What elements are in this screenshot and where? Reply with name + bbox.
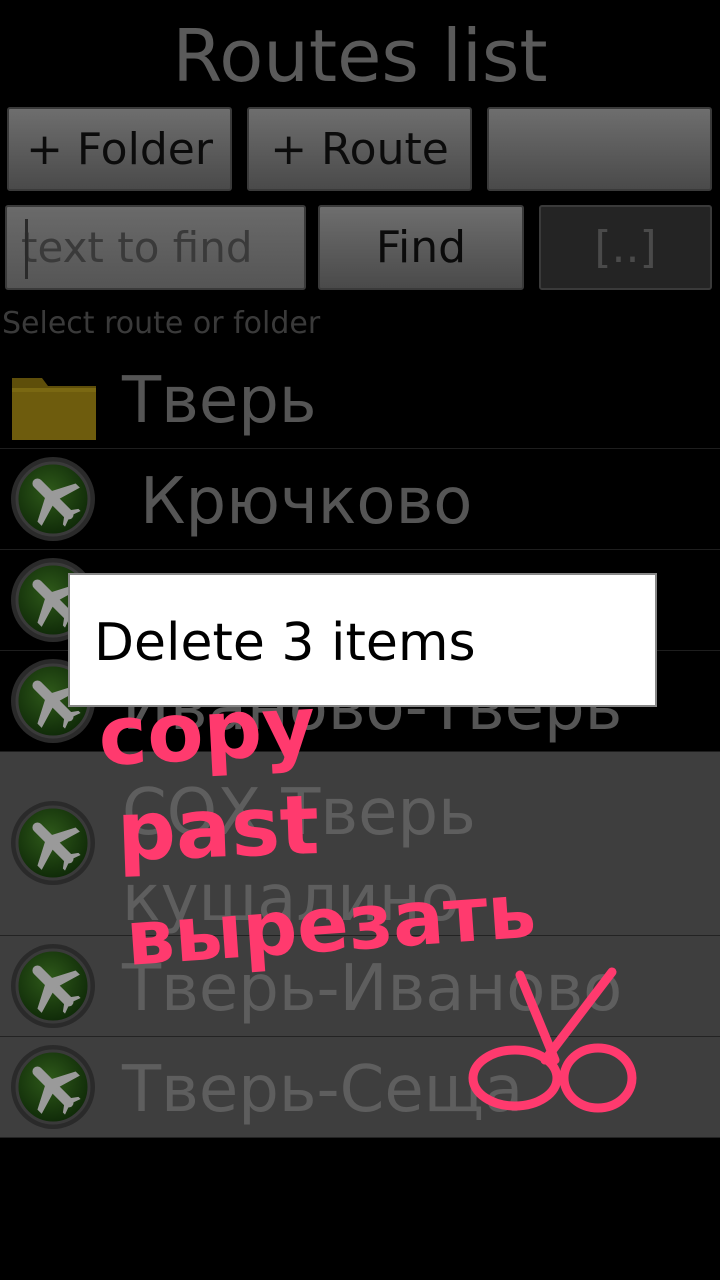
add-folder-button[interactable]: + Folder (7, 107, 232, 191)
list-item-folder[interactable]: Тверь (0, 352, 720, 449)
list-hint: Select route or folder (2, 306, 321, 341)
context-menu-dialog: Delete 3 items (68, 573, 657, 707)
search-input[interactable] (21, 207, 301, 288)
list-item[interactable]: Крючково (0, 449, 720, 550)
airplane-icon (8, 1042, 98, 1132)
airplane-icon (8, 941, 98, 1031)
up-folder-button[interactable]: [..] (539, 205, 712, 290)
list-item-selected[interactable]: Тверь-Сеща (0, 1037, 720, 1138)
blank-button[interactable] (487, 107, 712, 191)
find-button[interactable]: Find (318, 205, 524, 290)
search-field[interactable] (5, 205, 306, 290)
list-item-selected[interactable]: СОХ Тверь кушалино (0, 752, 720, 936)
add-route-button[interactable]: + Route (247, 107, 472, 191)
folder-icon (12, 378, 96, 440)
delete-items-option[interactable]: Delete 3 items (94, 613, 476, 673)
list-item-label: Крючково (140, 465, 473, 539)
text-cursor (25, 219, 28, 279)
list-item-label: СОХ Тверь кушалино (122, 776, 476, 936)
page-title: Routes list (172, 14, 548, 98)
list-item-label: Тверь-Сеща (122, 1053, 524, 1127)
list-item-label: Тверь (122, 364, 317, 438)
list-item-label: Тверь-Иваново (122, 952, 623, 1026)
list-item-selected[interactable]: Тверь-Иваново (0, 936, 720, 1037)
airplane-icon (8, 454, 98, 544)
airplane-icon (8, 798, 98, 888)
